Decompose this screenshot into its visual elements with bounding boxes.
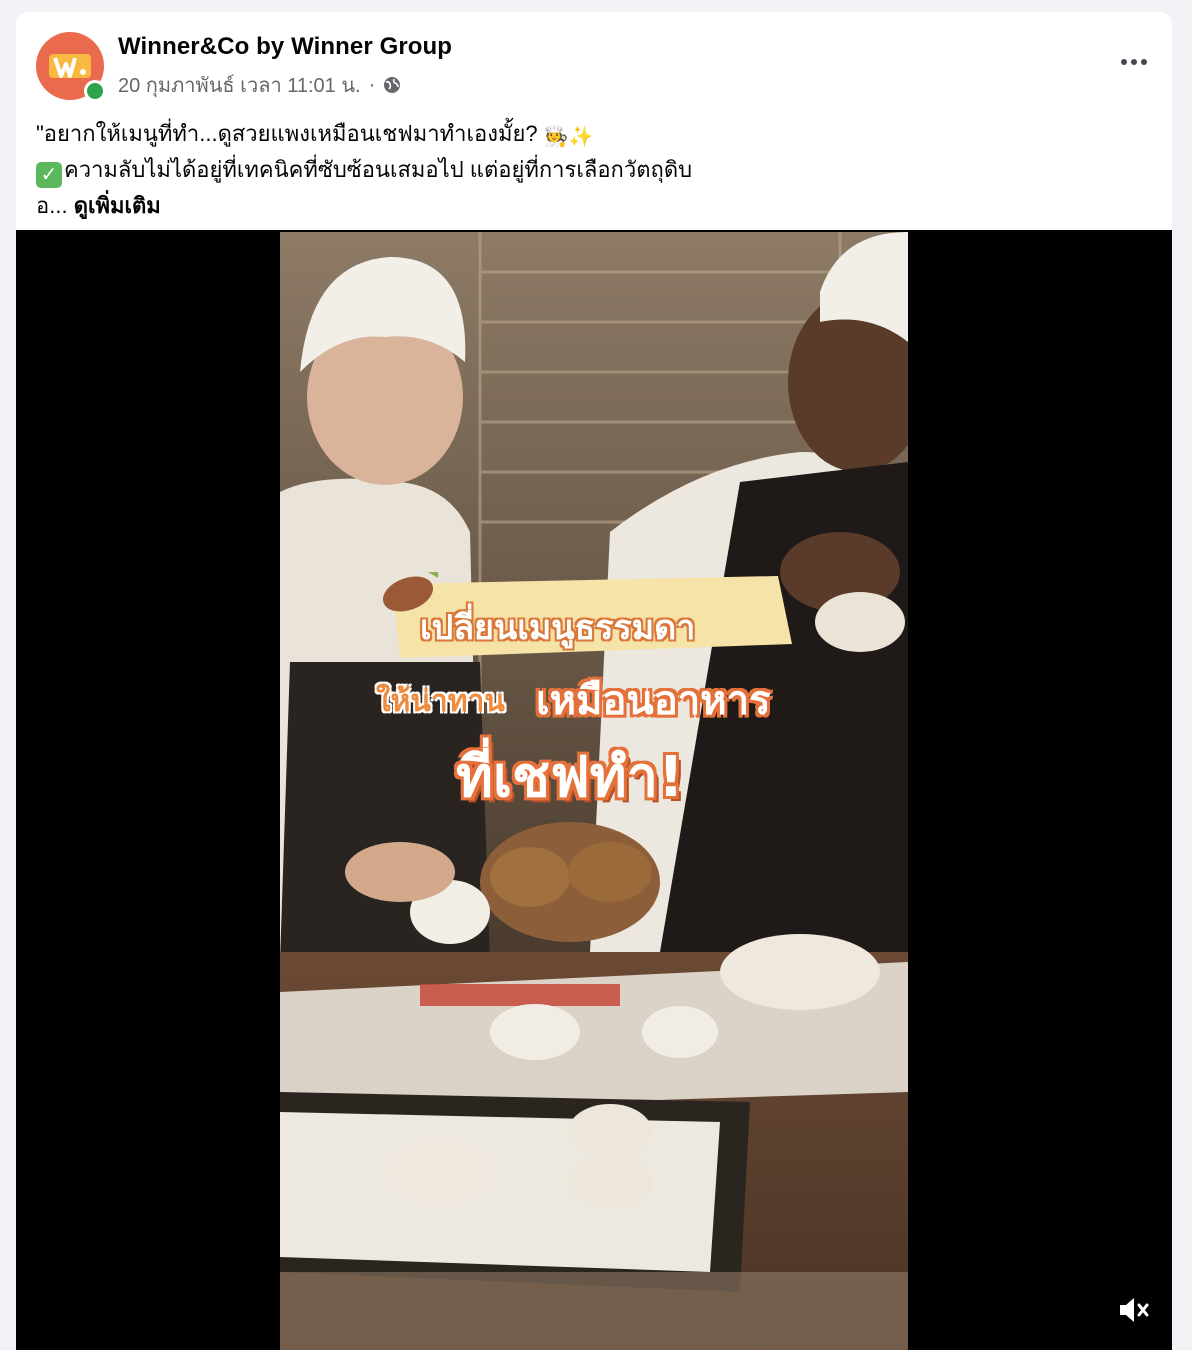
- video-overlay-title: เปลี่ยนเมนูธรรมดา ให้น่าทาน เหมือนอาหาร …: [280, 572, 908, 832]
- more-dot: [1131, 59, 1137, 65]
- post-header: Winner&Co by Winner Group 20 กุมภาพันธ์ …: [16, 12, 1172, 112]
- check-mark-emoji: ✓: [36, 162, 62, 188]
- online-status-dot: [84, 80, 106, 102]
- post-text-line: ✓ ความลับไม่ได้อยู่ที่เทคนิคที่ซับซ้อนเสม…: [36, 152, 1146, 188]
- see-more-link[interactable]: ดูเพิ่มเติม: [74, 193, 161, 218]
- overlay-line-1: เปลี่ยนเมนูธรรมดา: [420, 608, 696, 648]
- post-text-line: "อยากให้เมนูที่ทำ...ดูสวยแพงเหมือนเชฟมาท…: [36, 116, 1146, 152]
- page-name-link[interactable]: Winner&Co by Winner Group: [118, 33, 452, 61]
- post-text-line1: "อยากให้เมนูที่ทำ...ดูสวยแพงเหมือนเชฟมาท…: [36, 121, 538, 146]
- overlay-line-2b: เหมือนอาหาร: [536, 678, 771, 724]
- globe-icon[interactable]: [383, 76, 401, 94]
- more-dot: [1141, 59, 1147, 65]
- winner-logo-icon: [49, 54, 91, 78]
- more-dot: [1121, 59, 1127, 65]
- post-text-line3: อ...: [36, 193, 68, 218]
- overlay-line-2a: ให้น่าทาน: [376, 684, 505, 719]
- post-card: Winner&Co by Winner Group 20 กุมภาพันธ์ …: [16, 12, 1172, 1350]
- muted-speaker-icon[interactable]: [1114, 1290, 1154, 1330]
- post-text: "อยากให้เมนูที่ทำ...ดูสวยแพงเหมือนเชฟมาท…: [36, 116, 1146, 224]
- post-timestamp[interactable]: 20 กุมภาพันธ์ เวลา 11:01 น.: [118, 69, 361, 101]
- more-options-icon[interactable]: [1116, 48, 1152, 76]
- post-text-line2: ความลับไม่ได้อยู่ที่เทคนิคที่ซับซ้อนเสมอ…: [64, 157, 693, 182]
- post-text-line: อ... ดูเพิ่มเติม: [36, 188, 1146, 224]
- video-player[interactable]: เปลี่ยนเมนูธรรมดา ให้น่าทาน เหมือนอาหาร …: [16, 230, 1172, 1350]
- chef-sparkle-emoji: 🧑‍🍳✨: [543, 126, 594, 148]
- post-meta: 20 กุมภาพันธ์ เวลา 11:01 น. ·: [118, 69, 401, 101]
- meta-separator: ·: [368, 73, 376, 96]
- video-frame[interactable]: เปลี่ยนเมนูธรรมดา ให้น่าทาน เหมือนอาหาร …: [280, 232, 908, 1350]
- overlay-line-3: ที่เชฟทำ!: [456, 745, 684, 810]
